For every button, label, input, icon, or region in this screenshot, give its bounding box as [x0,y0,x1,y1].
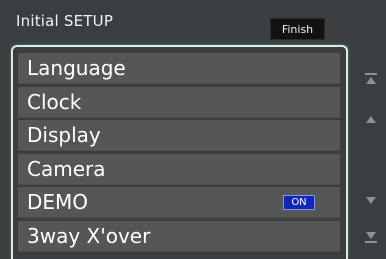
menu-item-label: Clock [27,89,82,114]
demo-on-toggle[interactable]: ON [283,195,315,210]
scroll-up-icon[interactable] [362,112,380,126]
scroll-to-top-icon[interactable] [362,72,380,86]
scrollbar[interactable] [356,60,386,259]
menu-item-demo[interactable]: DEMO ON [18,187,340,218]
menu-item-label: 3way X'over [27,223,151,248]
menu-item-label: Language [27,56,126,80]
menu-item-display[interactable]: Display [18,120,340,151]
menu-item-3way-xover[interactable]: 3way X'over [18,220,340,252]
menu-item-language[interactable]: Language [18,53,340,84]
menu-item-clock[interactable]: Clock [18,86,340,118]
initial-setup-screen: Initial SETUP Finish Language Clock Disp… [0,0,386,259]
menu-item-camera[interactable]: Camera [18,153,340,185]
menu-item-label: Camera [27,156,106,181]
scroll-down-icon[interactable] [362,193,380,207]
scroll-to-bottom-icon[interactable] [362,230,380,244]
page-title: Initial SETUP [16,12,114,30]
finish-button[interactable]: Finish [270,18,325,40]
menu-item-label: Display [27,123,101,147]
setup-menu-list: Language Clock Display Camera DEMO ON 3w… [11,45,348,259]
menu-item-label: DEMO [27,190,89,214]
